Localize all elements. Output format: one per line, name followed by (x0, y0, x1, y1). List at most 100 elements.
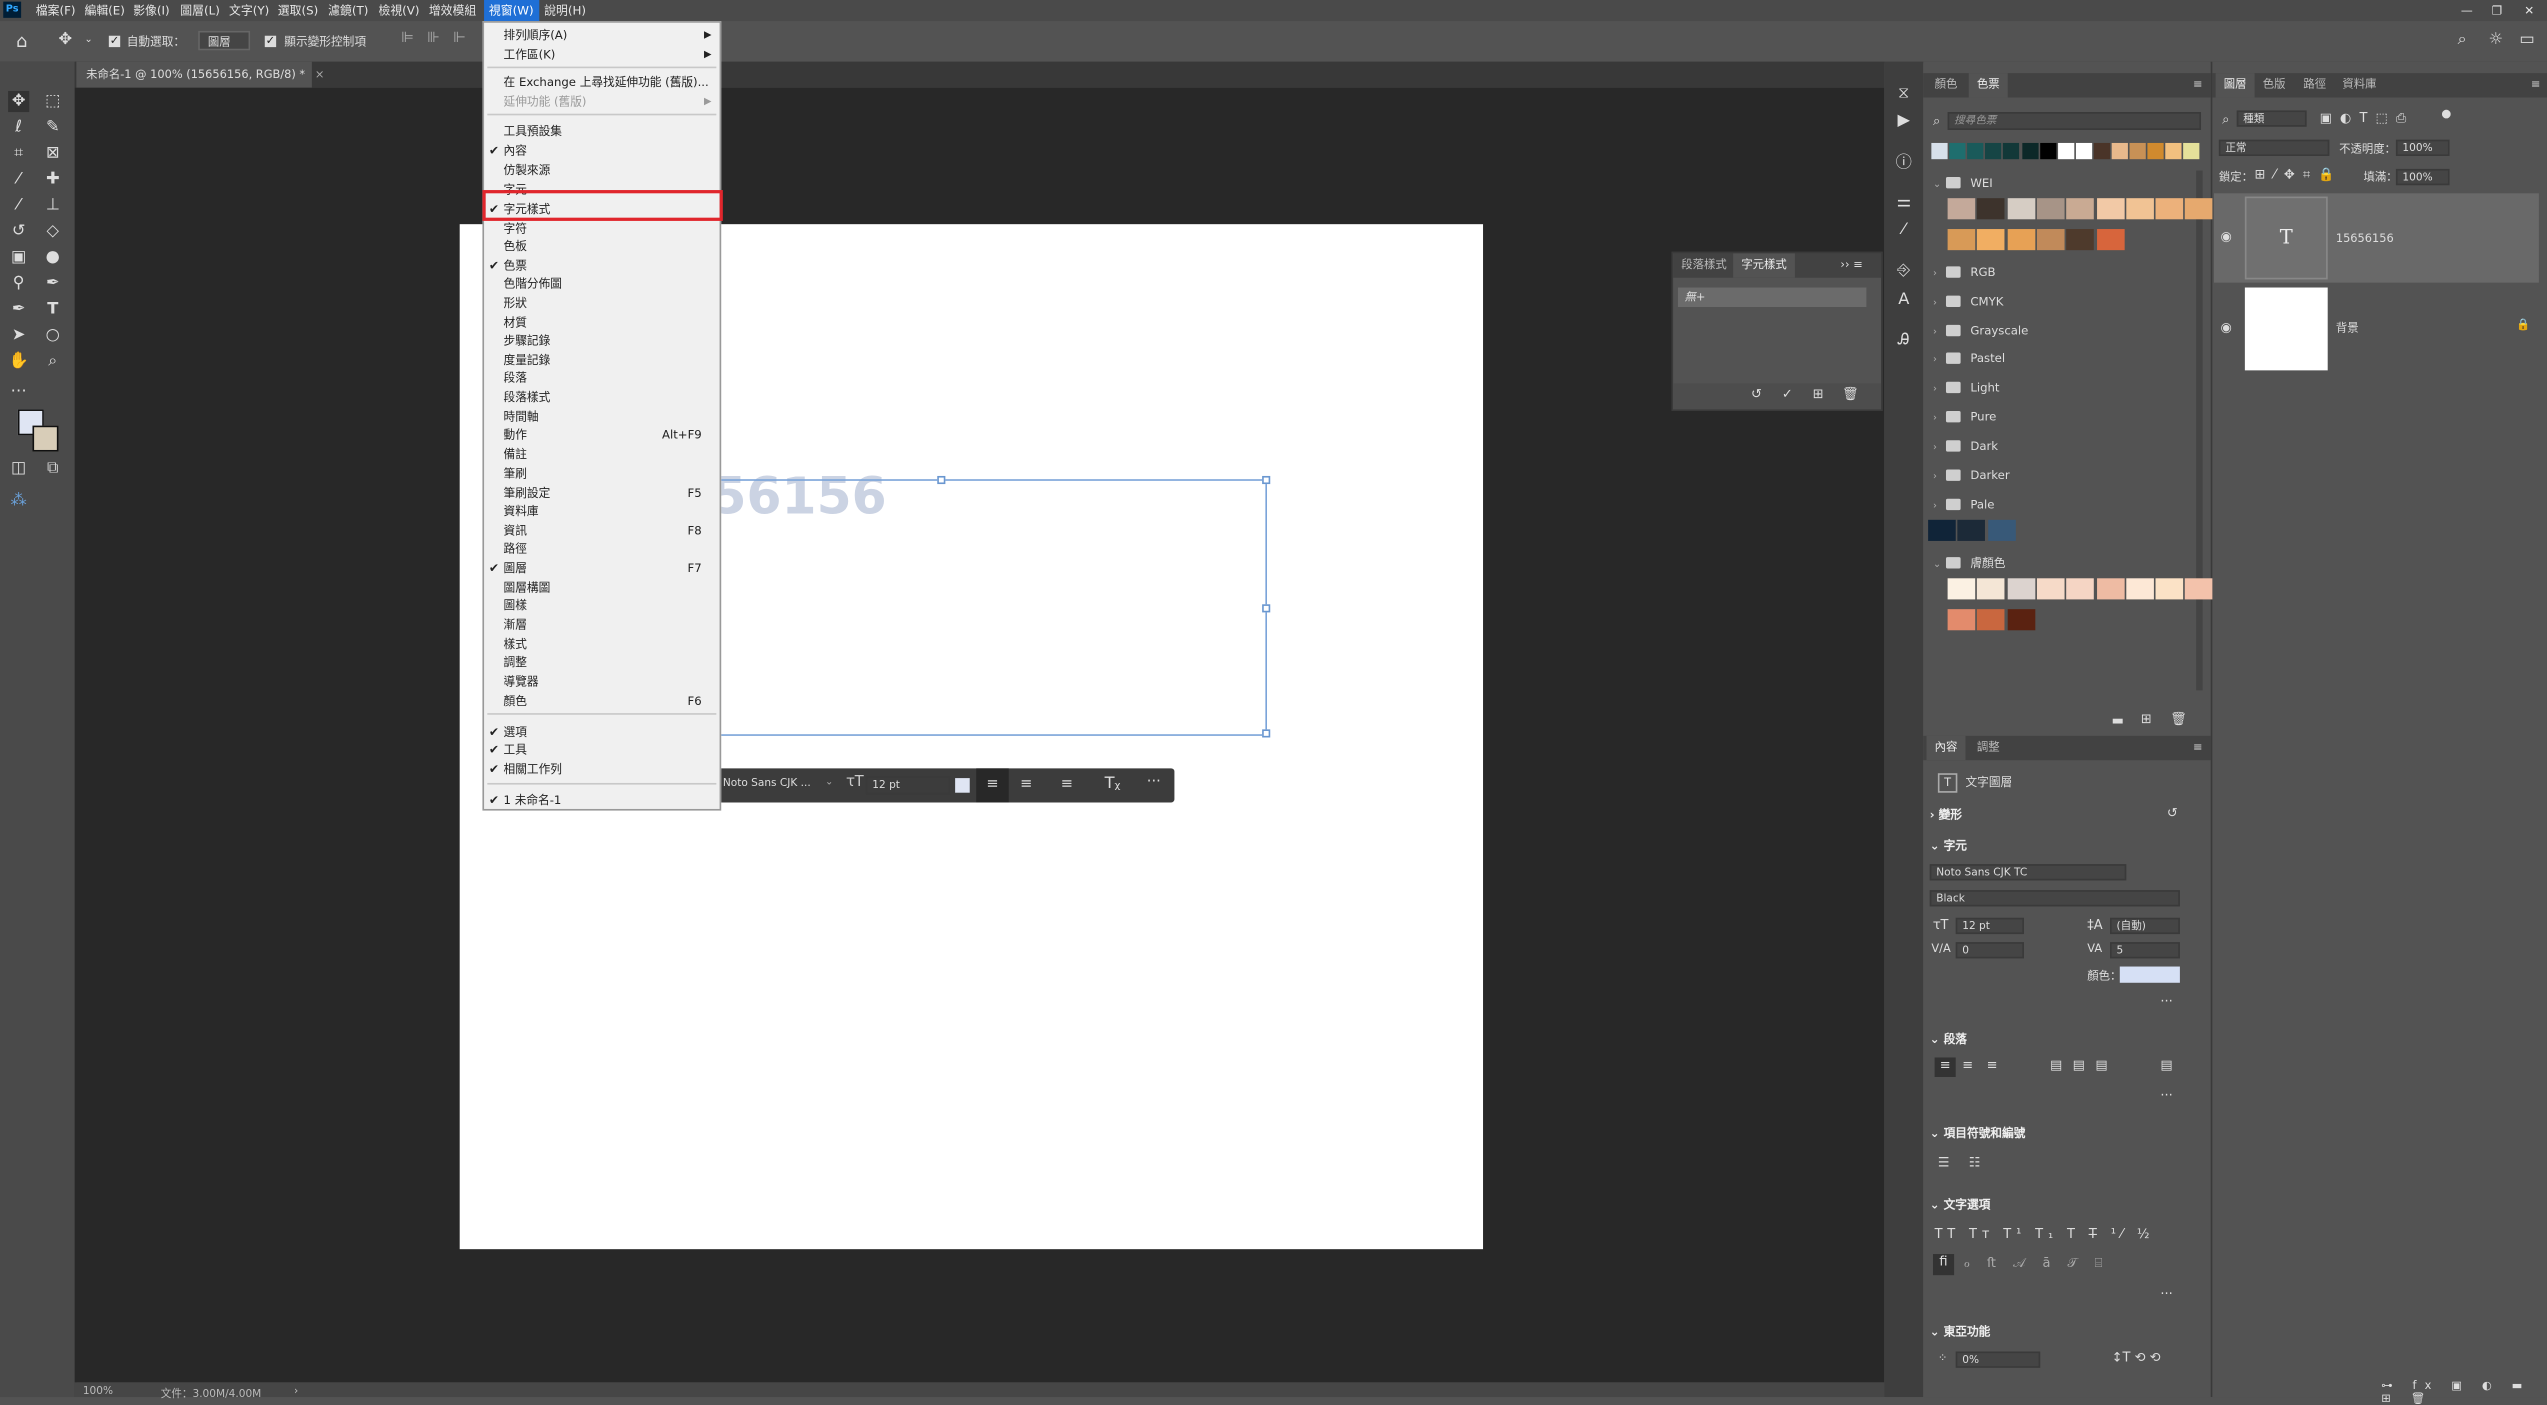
swatch[interactable] (1947, 609, 1976, 631)
swatch[interactable] (1928, 519, 1956, 541)
menu-item[interactable]: ✔ 相關工作列 (484, 760, 720, 778)
crop-tool-icon[interactable]: ⌗ (8, 143, 29, 164)
menu-item[interactable]: 工作區(K) ▶ (484, 45, 720, 63)
swatch-folder[interactable]: › RGB (1933, 265, 1996, 280)
menu-item[interactable]: 仿製來源 (484, 161, 720, 179)
chevron-right-icon[interactable]: › (1933, 327, 1946, 338)
chevron-right-icon[interactable]: › (1933, 442, 1946, 453)
hand-tool-icon[interactable]: ✋ (8, 351, 29, 372)
recent-swatch[interactable] (1985, 142, 2002, 160)
menu-item[interactable]: 備註 (484, 445, 720, 463)
stamp-tool-icon[interactable]: ⊥ (42, 195, 63, 216)
layer-name[interactable]: 背景 (2336, 320, 2359, 336)
menu-item[interactable]: 樣式 (484, 635, 720, 653)
justify-right-icon[interactable]: ▤ (2095, 1057, 2107, 1072)
swatch[interactable] (1987, 519, 2016, 541)
menu-edit[interactable]: 編輯(E) (84, 3, 124, 19)
clone-source-icon[interactable]: ⎆ (1892, 260, 1915, 283)
swatch[interactable] (1977, 229, 2005, 251)
move-tool-icon[interactable]: ✥ (8, 90, 30, 113)
swatch[interactable] (2155, 578, 2184, 600)
healing-brush-icon[interactable]: ✚ (42, 169, 63, 190)
swatch-folder[interactable]: › Pastel (1933, 351, 2005, 366)
menu-item[interactable]: ✔ 圖層 F7 (484, 559, 720, 577)
chevron-right-icon[interactable]: › (1933, 268, 1946, 279)
chevron-right-icon[interactable]: › (1933, 297, 1946, 308)
swatch[interactable] (1977, 578, 2005, 600)
transform-handle[interactable] (1262, 604, 1271, 613)
recent-swatch[interactable] (2165, 142, 2182, 160)
menu-file[interactable]: 檔案(F) (36, 3, 76, 19)
menu-item[interactable]: ✔ 色票 (484, 257, 720, 275)
align-center-text-icon[interactable]: ≡ (1962, 1057, 1973, 1072)
font-family-dropdown[interactable]: Noto Sans CJK TC (1929, 864, 2127, 881)
bullet-list-icon[interactable]: ☰ (1938, 1155, 1950, 1170)
swatch[interactable] (2066, 578, 2095, 600)
menu-item[interactable]: 圖樣 (484, 596, 720, 614)
panel-menu-icon[interactable]: ≡ (2193, 741, 2203, 754)
lock-icons[interactable]: ⊞⁄✥⌗🔒 (2255, 167, 2343, 183)
recent-swatch[interactable] (2093, 142, 2110, 160)
commit-icon[interactable]: ✓ (1782, 387, 1793, 402)
swatch[interactable] (1947, 198, 1976, 220)
quick-select-icon[interactable]: ✎ (42, 117, 63, 138)
ligature-icon[interactable]: fi (1932, 1254, 1955, 1276)
swatch-folder[interactable]: › Dark (1933, 439, 1998, 454)
scrollbar[interactable] (2196, 170, 2203, 691)
recent-swatch[interactable] (1949, 142, 1966, 160)
character-style-item[interactable]: 無+ (1677, 287, 1867, 308)
section-transform[interactable]: › 變形 (1930, 807, 1962, 823)
clear-override-icon[interactable]: ↺ (1751, 387, 1762, 402)
minimize-icon[interactable]: — (2461, 3, 2473, 18)
menu-item[interactable]: 形狀 (484, 294, 720, 312)
menu-view[interactable]: 檢視(V) (378, 3, 419, 19)
blend-mode-dropdown[interactable]: 正常 (2218, 139, 2330, 156)
panel-menu-icon[interactable]: ≡ (2193, 78, 2203, 91)
swatch[interactable] (2066, 198, 2095, 220)
tab-libraries[interactable]: 資料庫 (2334, 73, 2384, 97)
tate-chu-yoko-icon[interactable]: ↕T ⟲ ⟲ (2112, 1350, 2161, 1365)
ctx-color-swatch[interactable] (955, 778, 970, 793)
section-paragraph[interactable]: ⌄ 段落 (1930, 1032, 1967, 1048)
recent-swatch[interactable] (2183, 142, 2201, 160)
brightness-icon[interactable]: ☼ (2489, 31, 2504, 49)
auto-select-checkbox[interactable]: ✓ (108, 35, 121, 48)
recent-swatch[interactable] (1967, 142, 1984, 160)
new-group-icon[interactable]: ▬ (2112, 713, 2124, 728)
swatch-folder[interactable]: › Pure (1933, 409, 1996, 424)
close-icon[interactable]: ✕ (2524, 3, 2534, 18)
tab-swatches[interactable]: 色票 (1968, 73, 2008, 98)
gradient-tool-icon[interactable]: ▣ (8, 247, 29, 268)
swatch[interactable] (2096, 198, 2124, 220)
align-left-text-icon[interactable]: ≡ (976, 768, 1009, 803)
new-style-icon[interactable]: ⊞ (1813, 387, 1824, 402)
recent-swatch[interactable] (2021, 142, 2038, 160)
recent-swatch[interactable] (2003, 142, 2020, 160)
menu-item[interactable]: 資訊 F8 (484, 521, 720, 539)
transform-handle[interactable] (1262, 729, 1271, 738)
menu-item[interactable]: ✔ 選項 (484, 723, 720, 741)
menu-item[interactable]: ✔ 工具 (484, 741, 720, 759)
more-options-icon[interactable]: ··· (2160, 1287, 2172, 1302)
tracking-field[interactable]: 5 (2110, 942, 2180, 959)
menu-item[interactable]: 工具預設集 (484, 122, 720, 140)
menu-item[interactable]: 度量記錄 (484, 351, 720, 369)
section-text-options[interactable]: ⌄ 文字選項 (1930, 1197, 1991, 1213)
brush-settings-icon[interactable]: ⁄ (1892, 219, 1915, 242)
history-brush-icon[interactable]: ↺ (8, 221, 29, 242)
chevron-right-icon[interactable]: › (1933, 500, 1946, 511)
more-options-icon[interactable]: ··· (1147, 775, 1161, 791)
tab-paragraph-styles[interactable]: 段落樣式 (1673, 253, 1735, 277)
swatch[interactable] (1977, 609, 2005, 631)
swatch-folder[interactable]: › CMYK (1933, 294, 2003, 309)
menu-item[interactable]: 調整 (484, 653, 720, 671)
swatch-folder[interactable]: ⌄ WEI (1933, 175, 1993, 190)
swatch-folder[interactable]: › Pale (1933, 497, 1994, 512)
swatch-folder[interactable]: ⌄ 膚顏色 (1933, 556, 2005, 572)
menu-item[interactable]: ✔ 1 未命名-1 (484, 791, 720, 809)
filter-icons[interactable]: ▣◐T⬚⎙ (2320, 110, 2415, 126)
swatch[interactable] (2125, 578, 2154, 600)
blur-tool-icon[interactable]: ● (42, 247, 63, 268)
tab-character-styles[interactable]: 字元樣式 (1733, 253, 1795, 278)
kerning-field[interactable]: 0 (1955, 942, 2024, 959)
